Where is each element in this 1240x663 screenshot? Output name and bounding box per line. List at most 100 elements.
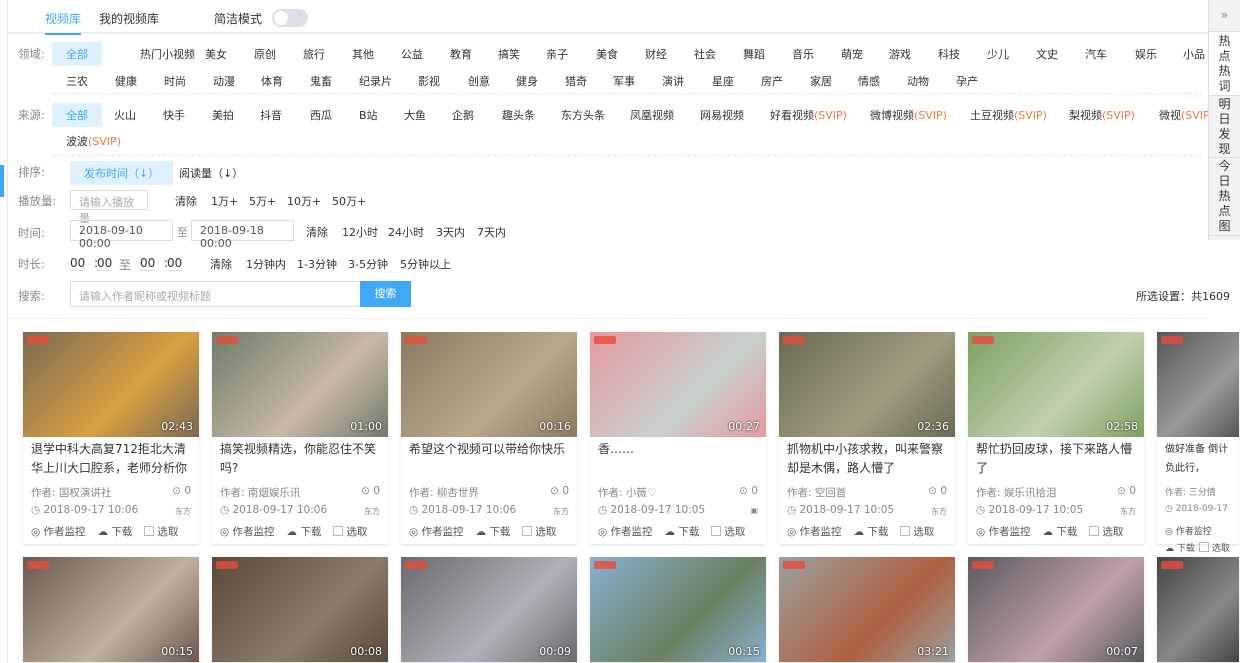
domain-option[interactable]: 游戏 — [889, 46, 911, 62]
source-option[interactable]: 全部 — [52, 103, 102, 127]
video-card[interactable]: 02:43退学中科大高复712拒北大清华上川大口腔系，老师分析你作者: 国权演讲… — [23, 332, 199, 544]
plays-input[interactable]: 请输入播放量 — [70, 190, 148, 210]
video-author[interactable]: 作者: 南烟娱乐讯 — [220, 487, 300, 499]
domain-option[interactable]: 音乐 — [792, 46, 814, 62]
plays-option[interactable]: 清除 — [175, 193, 197, 209]
download-button[interactable]: ☁ 下载 — [98, 524, 133, 539]
download-button[interactable]: ☁ 下载 — [1165, 541, 1195, 554]
select-checkbox[interactable]: 选取 — [1199, 541, 1230, 554]
source-option[interactable]: 梨视频(SVIP) — [1069, 107, 1135, 123]
domain-option[interactable]: 原创 — [254, 46, 276, 62]
tab-my-video-library[interactable]: 我的视频库 — [99, 10, 159, 27]
video-card[interactable]: 00:09 — [401, 557, 577, 662]
video-thumbnail[interactable]: 00:27 — [590, 332, 766, 437]
video-thumbnail[interactable]: 03:21 — [779, 557, 955, 662]
plays-option[interactable]: 5万+ — [249, 193, 276, 209]
time-to-input[interactable]: 2018-09-18 00:00 — [191, 220, 294, 241]
video-card[interactable]: 00:08 — [212, 557, 388, 662]
domain-option[interactable]: 汽车 — [1085, 46, 1107, 62]
side-today-hot-map[interactable]: 今日热点图 — [1218, 159, 1232, 234]
video-title[interactable]: 抓物机中小孩求救，叫来警察却是木偶，路人懵了 — [787, 440, 947, 480]
video-title[interactable]: 退学中科大高复712拒北大清华上川大口腔系，老师分析你 — [31, 440, 191, 480]
tab-video-library[interactable]: 视频库 — [45, 10, 81, 35]
left-indicator[interactable] — [0, 165, 4, 197]
source-option[interactable]: 趣头条 — [502, 107, 535, 123]
video-card[interactable]: 02:36抓物机中小孩求救，叫来警察却是木偶，路人懵了作者: 空回首⊙ 0◷ 2… — [779, 332, 955, 544]
select-checkbox[interactable]: 选取 — [522, 524, 556, 539]
domain-option[interactable]: 房产 — [761, 73, 783, 89]
video-title[interactable]: 帮忙扔回皮球，接下来路人懵了 — [976, 440, 1136, 480]
domain-option[interactable]: 娱乐 — [1135, 46, 1157, 62]
video-card[interactable]: 00:27香……作者: 小薇♡⊙ 0◷ 2018-09-17 10:05▣◎ 作… — [590, 332, 766, 544]
domain-option[interactable]: 家居 — [810, 73, 832, 89]
source-option[interactable]: 微视(SVIP) — [1159, 107, 1214, 123]
video-card[interactable]: 做好准备 倒计负此行，作者: 三分情◷ 2018-09-17◎ 作者监控☁ 下载… — [1157, 332, 1239, 544]
plays-option[interactable]: 10万+ — [287, 193, 321, 209]
video-title[interactable]: 希望这个视频可以带给你快乐 — [409, 440, 569, 480]
domain-option[interactable]: 搞笑 — [498, 46, 520, 62]
video-thumbnail[interactable]: 00:15 — [590, 557, 766, 662]
domain-option[interactable]: 亲子 — [546, 46, 568, 62]
domain-option[interactable]: 萌宠 — [841, 46, 863, 62]
video-title[interactable]: 搞笑视频精选，你能忍住不笑吗? — [220, 440, 380, 480]
author-monitor-button[interactable]: ◎ 作者监控 — [220, 524, 275, 539]
sort-by-publish-time[interactable]: 发布时间（↓） — [70, 161, 173, 185]
source-option[interactable]: 抖音 — [260, 107, 282, 123]
video-author[interactable]: 作者: 空回首 — [787, 487, 846, 499]
duration-option[interactable]: 3-5分钟 — [348, 256, 388, 272]
domain-option[interactable]: 社会 — [694, 46, 716, 62]
video-card[interactable]: 00:16希望这个视频可以带给你快乐作者: 柳杏世界⊙ 0◷ 2018-09-1… — [401, 332, 577, 544]
domain-option[interactable]: 健身 — [516, 73, 538, 89]
domain-option[interactable]: 小品 — [1183, 46, 1205, 62]
domain-option[interactable]: 旅行 — [303, 46, 325, 62]
time-option[interactable]: 12小时 — [342, 224, 378, 240]
source-option[interactable]: 快手 — [163, 107, 185, 123]
duration-to-m-input[interactable]: 00 — [140, 256, 155, 271]
video-card[interactable]: 01:00搞笑视频精选，你能忍住不笑吗?作者: 南烟娱乐讯⊙ 0◷ 2018-0… — [212, 332, 388, 544]
source-option[interactable]: 微博视频(SVIP) — [870, 107, 947, 123]
time-option[interactable]: 3天内 — [436, 224, 465, 240]
search-button[interactable]: 搜索 — [360, 281, 411, 307]
author-monitor-button[interactable]: ◎ 作者监控 — [976, 524, 1031, 539]
domain-option[interactable]: 全部 — [52, 42, 102, 66]
author-monitor-button[interactable]: ◎ 作者监控 — [1165, 524, 1212, 537]
download-button[interactable]: ☁ 下载 — [854, 524, 889, 539]
video-thumbnail[interactable]: 00:07 — [968, 557, 1144, 662]
time-option[interactable]: 7天内 — [477, 224, 506, 240]
domain-option[interactable]: 健康 — [115, 73, 137, 89]
select-checkbox[interactable]: 选取 — [900, 524, 934, 539]
duration-option[interactable]: 1-3分钟 — [297, 256, 337, 272]
video-author[interactable]: 作者: 小薇♡ — [598, 487, 656, 499]
source-option[interactable]: 网易视频 — [700, 107, 744, 123]
duration-option[interactable]: 1分钟内 — [246, 256, 286, 272]
domain-option[interactable]: 少儿 — [987, 46, 1009, 62]
video-author[interactable]: 作者: 娱乐讯拾泪 — [976, 487, 1056, 499]
domain-option[interactable]: 时尚 — [164, 73, 186, 89]
side-tomorrow-discover[interactable]: 明日发现 — [1218, 97, 1232, 157]
duration-option[interactable]: 5分钟以上 — [400, 256, 451, 272]
collapse-icon[interactable]: » — [1209, 0, 1240, 32]
time-option[interactable]: 24小时 — [388, 224, 424, 240]
domain-option[interactable]: 财经 — [645, 46, 667, 62]
plays-option[interactable]: 50万+ — [332, 193, 366, 209]
domain-option[interactable]: 创意 — [468, 73, 490, 89]
source-option[interactable]: 西瓜 — [310, 107, 332, 123]
source-option[interactable]: 企鹅 — [452, 107, 474, 123]
domain-option[interactable]: 教育 — [450, 46, 472, 62]
select-checkbox[interactable]: 选取 — [144, 524, 178, 539]
domain-option[interactable]: 动漫 — [213, 73, 235, 89]
source-option[interactable]: 好看视频(SVIP) — [770, 107, 847, 123]
video-author[interactable]: 作者: 柳杏世界 — [409, 487, 479, 499]
video-thumbnail[interactable]: 02:43 — [23, 332, 199, 437]
video-thumbnail[interactable] — [1157, 332, 1239, 437]
source-option[interactable]: 凤凰视频 — [630, 107, 674, 123]
video-thumbnail[interactable]: 00:15 — [23, 557, 199, 662]
source-option[interactable]: 大鱼 — [404, 107, 426, 123]
video-title[interactable]: 香…… — [598, 440, 758, 480]
domain-option[interactable]: 其他 — [352, 46, 374, 62]
video-card[interactable]: 02:58帮忙扔回皮球，接下来路人懵了作者: 娱乐讯拾泪⊙ 0◷ 2018-09… — [968, 332, 1144, 544]
video-card[interactable] — [1157, 557, 1239, 662]
download-button[interactable]: ☁ 下载 — [287, 524, 322, 539]
domain-option[interactable]: 演讲 — [662, 73, 684, 89]
download-button[interactable]: ☁ 下载 — [476, 524, 511, 539]
